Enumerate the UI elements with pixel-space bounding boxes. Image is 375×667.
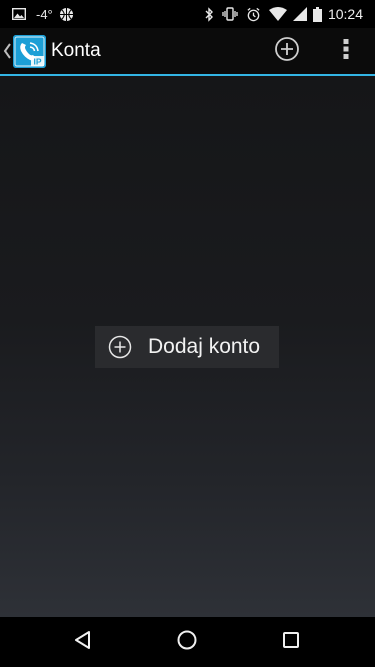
home-button[interactable]: [152, 617, 222, 667]
recents-icon: [281, 630, 301, 655]
up-navigation-icon[interactable]: [2, 38, 12, 64]
temperature-text: -4°: [36, 6, 53, 22]
action-bar: IP Konta: [0, 28, 375, 76]
status-bar-left: -4°: [12, 0, 74, 28]
overflow-menu-button[interactable]: [330, 32, 362, 70]
wifi-icon: [268, 7, 287, 21]
add-account-button[interactable]: Dodaj konto: [95, 326, 279, 368]
battery-icon: [312, 6, 322, 22]
add-account-label: Dodaj konto: [148, 335, 261, 358]
status-bar: -4° 10:24: [0, 0, 375, 28]
add-circle-icon: [108, 335, 132, 359]
status-bar-right: 10:24: [205, 0, 363, 28]
alarm-icon: [246, 7, 261, 22]
navigation-bar: [0, 617, 375, 667]
app-logo-label: IP: [33, 57, 41, 67]
back-icon: [73, 630, 93, 655]
add-icon: [274, 36, 300, 67]
recents-button[interactable]: [256, 617, 326, 667]
basketball-icon: [59, 7, 74, 22]
home-icon: [176, 629, 198, 656]
app-logo-icon[interactable]: IP: [13, 35, 46, 68]
page-title: Konta: [51, 40, 101, 61]
clock-text: 10:24: [327, 6, 363, 22]
vibrate-icon: [222, 7, 238, 21]
overflow-menu-icon: [343, 38, 349, 65]
image-notification-icon: [12, 8, 26, 20]
add-account-action-button[interactable]: [268, 32, 306, 70]
back-button[interactable]: [48, 617, 118, 667]
bluetooth-icon: [205, 6, 214, 22]
accounts-list-area: Dodaj konto: [0, 76, 375, 617]
signal-icon: [292, 7, 307, 21]
